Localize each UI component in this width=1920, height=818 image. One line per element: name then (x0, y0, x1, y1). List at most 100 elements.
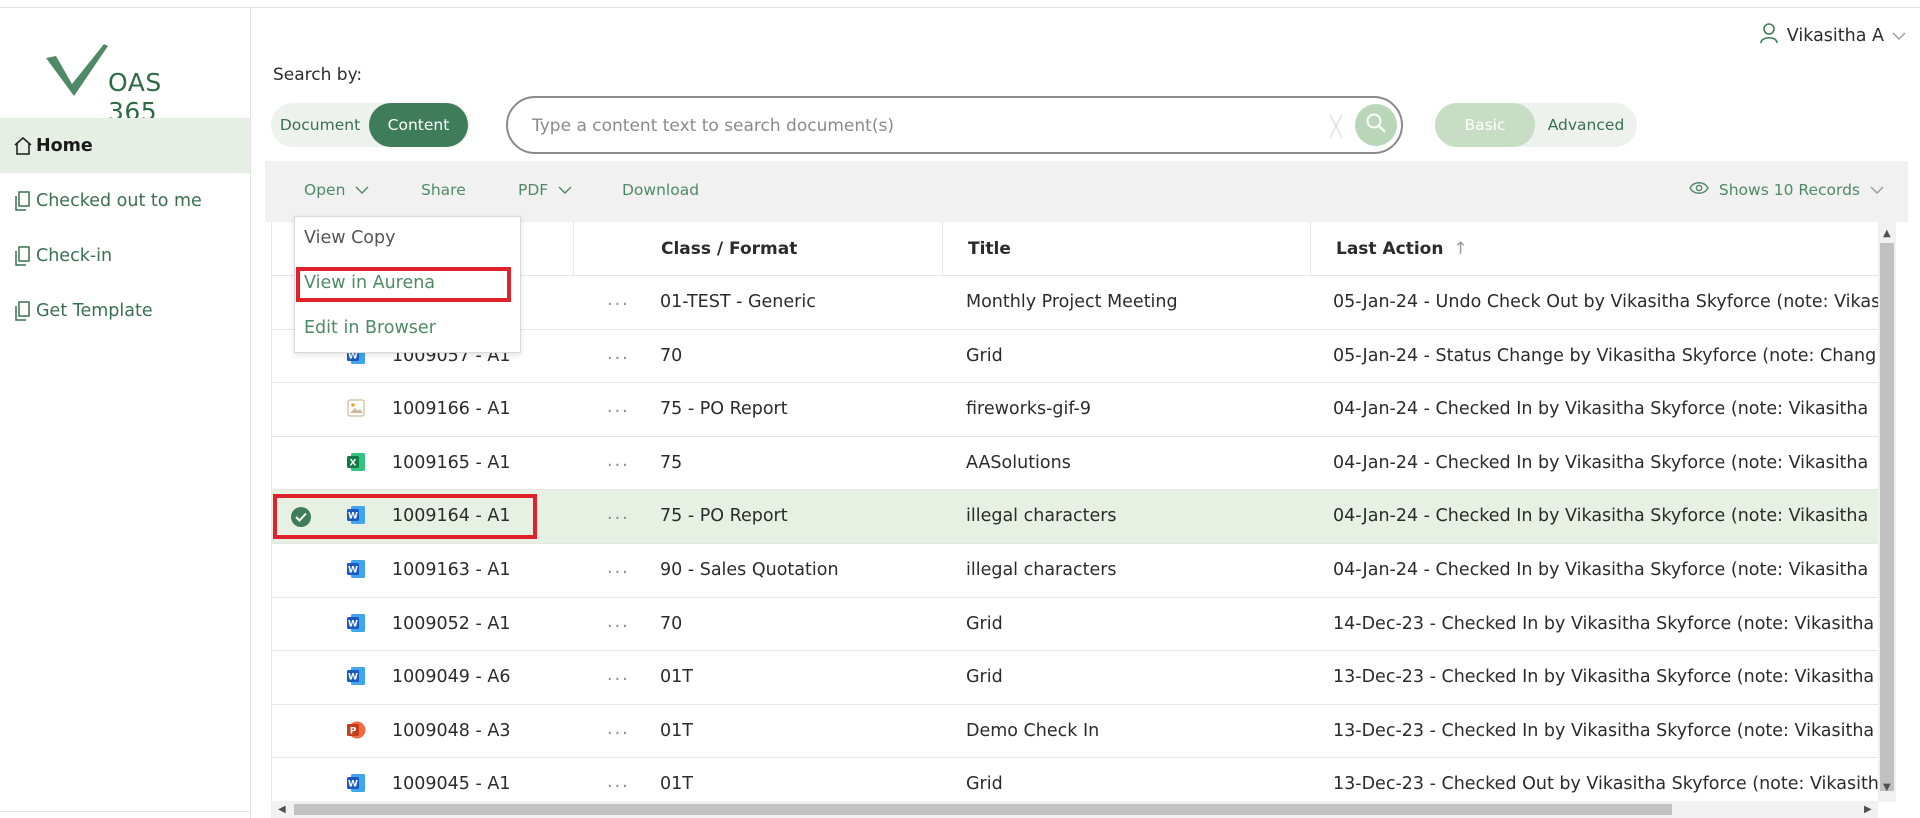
search-mode-toggle: Basic Advanced (1435, 103, 1637, 147)
mode-advanced-button[interactable]: Advanced (1535, 103, 1637, 147)
row-more-button[interactable]: ... (607, 397, 630, 417)
cell-title: Demo Check In (966, 720, 1100, 741)
sidebar-item-home[interactable]: Home (0, 118, 250, 173)
table-row[interactable]: P 1009048 - A3... 01T Demo Check In 13-Dec-2… (272, 704, 1878, 759)
cell-class-format: 70 (660, 613, 683, 634)
cell-title: fireworks-gif-9 (966, 399, 1092, 420)
menu-item-view-copy[interactable]: View Copy (304, 228, 395, 248)
scroll-left-icon[interactable]: ◀ (278, 804, 286, 815)
logo-check-icon (46, 44, 108, 96)
scroll-up-icon[interactable]: ▲ (1883, 228, 1891, 239)
scope-content-button[interactable]: Content (369, 103, 468, 147)
records-label: Shows 10 Records (1718, 181, 1860, 199)
open-label: Open (304, 181, 346, 199)
svg-text:X: X (350, 458, 357, 468)
table-row[interactable]: W 1009052 - A1... 70 Grid 14-Dec-23 - Checke… (272, 597, 1878, 652)
column-divider (942, 222, 943, 276)
sidebar-item-label: Checked out to me (36, 190, 202, 211)
menu-item-edit-in-browser[interactable]: Edit in Browser (304, 318, 436, 338)
pdf-label: PDF (518, 181, 549, 199)
document-icon (12, 300, 34, 322)
top-divider (0, 7, 1920, 8)
scroll-right-icon[interactable]: ▶ (1864, 804, 1872, 815)
vertical-scrollbar-thumb[interactable] (1880, 243, 1894, 791)
row-more-button[interactable]: ... (607, 344, 630, 364)
table-row[interactable]: W 1009163 - A1... 90 - Sales Quotation ille… (272, 544, 1878, 598)
selected-row-highlight (273, 494, 537, 539)
scope-document-button[interactable]: Document (271, 103, 369, 147)
row-more-button[interactable]: ... (607, 451, 630, 471)
cell-class-format: 75 - PO Report (660, 506, 788, 527)
row-more-button[interactable]: ... (607, 772, 630, 792)
logo: OAS 365 (46, 44, 216, 126)
records-per-page-select[interactable]: Shows 10 Records (1689, 181, 1884, 199)
chevron-down-icon (1870, 181, 1884, 199)
cell-document-id: 1009049 - A6 (392, 667, 511, 688)
cell-title: illegal characters (966, 560, 1117, 580)
sidebar-item-label: Get Template (36, 300, 153, 321)
cell-class-format: 70 (660, 345, 683, 366)
row-more-button[interactable]: ... (607, 665, 630, 685)
open-menu-button[interactable]: Open (304, 181, 369, 199)
table-row[interactable]: W 1009049 - A6... 01T Grid 13-Dec-23 - Check… (272, 651, 1878, 705)
row-more-button[interactable]: ... (607, 504, 630, 524)
sidebar-item-get-template[interactable]: Get Template (0, 283, 250, 338)
cell-last-action: 04-Jan-24 - Checked In by Vikasitha Skyf… (1333, 560, 1869, 580)
sidebar-item-checked-out-to-me[interactable]: Checked out to me (0, 173, 250, 228)
sidebar-item-check-in[interactable]: Check-in (0, 228, 250, 283)
cell-last-action: 05-Jan-24 - Undo Check Out by Vikasitha … (1333, 292, 1878, 312)
cell-class-format: 01T (660, 667, 693, 688)
cell-document-id: 1009166 - A1 (392, 399, 511, 420)
cell-title: AASolutions (966, 452, 1071, 473)
table-row[interactable]: 1009166 - A1... 75 - PO Report fireworks-g… (272, 383, 1878, 437)
cell-title: Grid (966, 345, 1003, 366)
sort-ascending-icon: ↑ (1453, 239, 1468, 259)
sidebar-nav: Home Checked out to me Check-in Get Temp… (0, 118, 250, 338)
row-more-button[interactable]: ... (607, 719, 630, 739)
image-file-icon (346, 398, 366, 418)
download-label: Download (622, 181, 700, 199)
clear-icon[interactable]: ╳ (1330, 114, 1342, 138)
document-toolbar: Open Share PDF Download Shows 10 Records (265, 161, 1908, 222)
cell-last-action: 05-Jan-24 - Status Change by Vikasitha S… (1333, 345, 1877, 366)
search-box: ╳ (506, 96, 1403, 154)
column-header-title[interactable]: Title (968, 239, 1011, 259)
column-header-last-action[interactable]: Last Action ↑ (1336, 239, 1468, 259)
cell-document-id: 1009048 - A3 (392, 720, 511, 741)
cell-document-id: 1009163 - A1 (392, 560, 511, 580)
horizontal-scrollbar-thumb[interactable] (294, 804, 1672, 815)
share-label: Share (421, 181, 466, 199)
app-root: OAS 365 Home Checked out to me Check-in (0, 0, 1920, 818)
eye-icon (1689, 181, 1709, 199)
cell-last-action: 13-Dec-23 - Checked In by Vikasitha Skyf… (1333, 667, 1878, 688)
search-input[interactable] (532, 111, 1312, 141)
mode-basic-button[interactable]: Basic (1435, 103, 1535, 147)
table-row[interactable]: X 1009165 - A1... 75 AASolutions 04-Jan-24 -… (272, 436, 1878, 491)
scroll-down-icon[interactable]: ▼ (1883, 782, 1891, 793)
svg-text:W: W (348, 673, 358, 683)
search-button[interactable] (1355, 104, 1397, 146)
table-row[interactable]: W 1009045 - A1... 01T Grid 13-Dec-23 - Check… (272, 758, 1878, 802)
word-file-icon: W (346, 773, 366, 793)
row-more-button[interactable]: ... (607, 558, 630, 578)
pdf-menu-button[interactable]: PDF (518, 181, 572, 199)
cell-document-id: 1009165 - A1 (392, 452, 511, 473)
cell-last-action: 04-Jan-24 - Checked In by Vikasitha Skyf… (1333, 399, 1869, 420)
share-button[interactable]: Share (421, 181, 466, 199)
cell-class-format: 90 - Sales Quotation (660, 560, 839, 580)
cell-title: Grid (966, 667, 1003, 688)
column-divider (573, 222, 574, 276)
search-scope-toggle: Document Content (271, 103, 470, 147)
column-header-class-format[interactable]: Class / Format (661, 239, 797, 259)
search-icon (1365, 112, 1387, 138)
sidebar-item-label: Home (36, 135, 93, 156)
row-more-button[interactable]: ... (607, 290, 630, 310)
svg-text:W: W (348, 619, 358, 629)
user-menu[interactable]: Vikasitha A (1759, 22, 1906, 49)
excel-file-icon: X (346, 452, 366, 472)
download-button[interactable]: Download (622, 181, 699, 199)
document-icon (12, 245, 34, 267)
cell-class-format: 01T (660, 774, 693, 795)
cell-class-format: 75 - PO Report (660, 399, 788, 420)
row-more-button[interactable]: ... (607, 612, 630, 632)
